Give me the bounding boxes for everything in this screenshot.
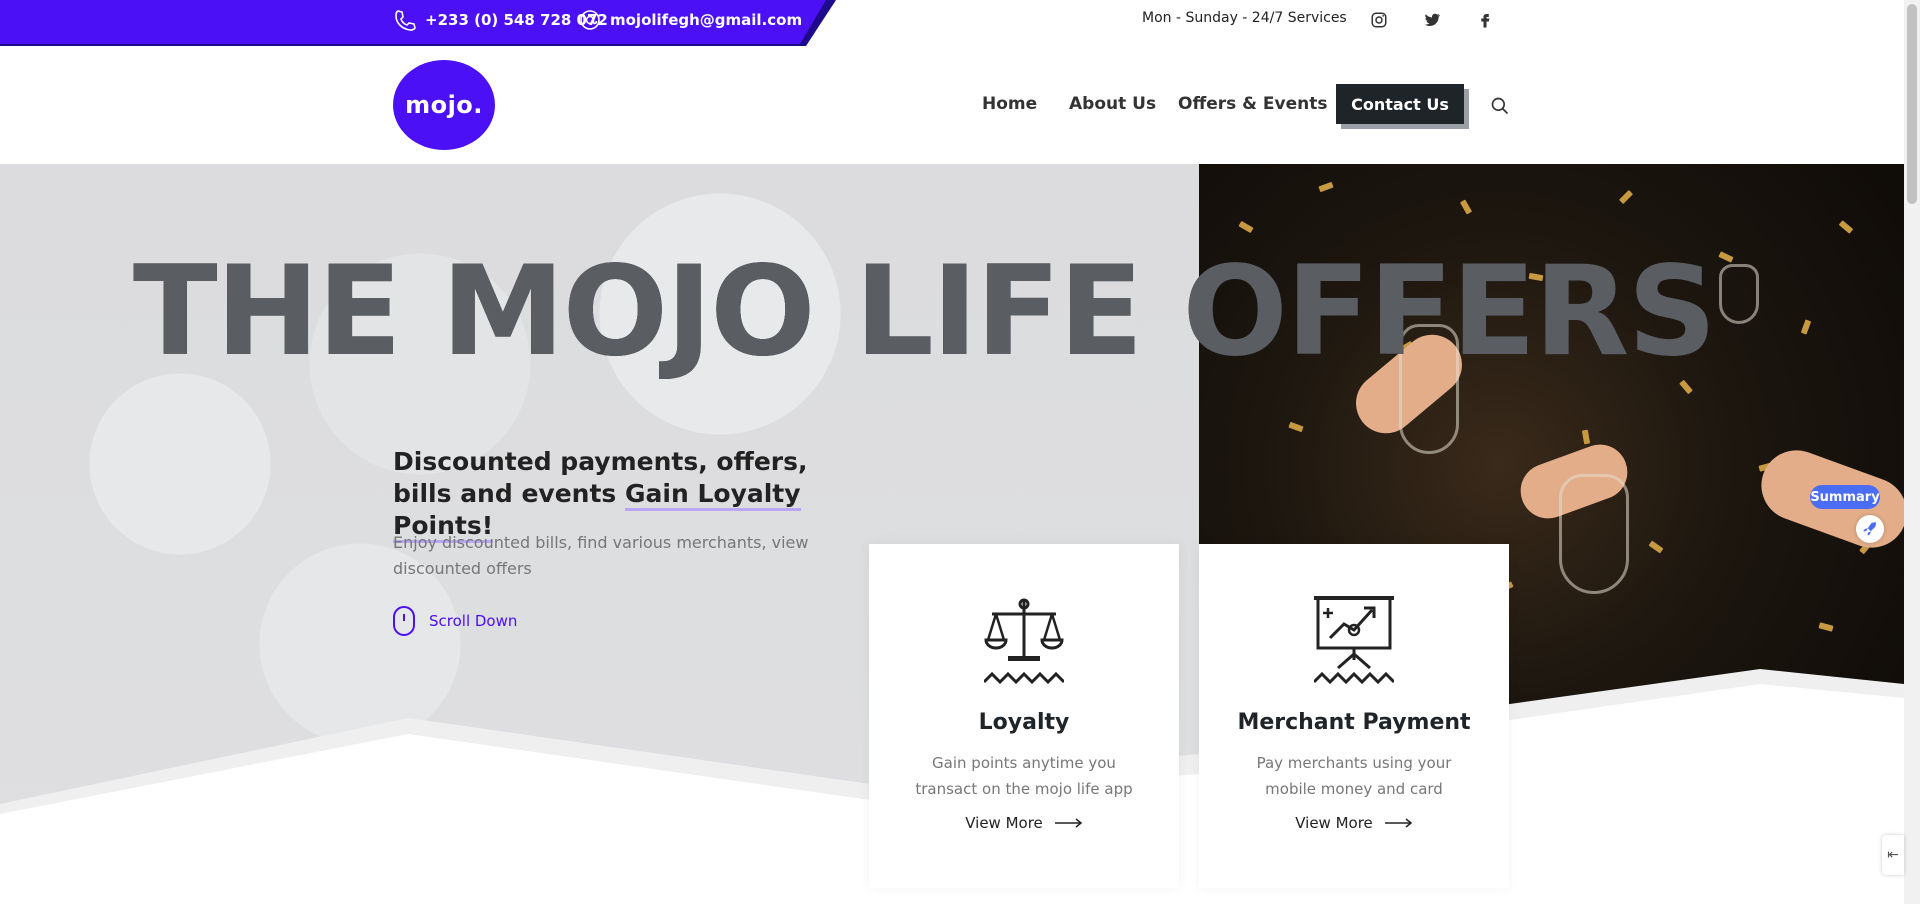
view-more-link[interactable]: View More	[869, 814, 1179, 832]
scroll-down-link[interactable]: Scroll Down	[393, 606, 517, 636]
card-title: Loyalty	[978, 710, 1070, 735]
logo[interactable]: mojo.	[393, 60, 495, 150]
presentation-board-icon	[1314, 596, 1394, 685]
view-more-label: View More	[965, 814, 1043, 832]
main-navigation	[0, 52, 1920, 164]
view-more-label: View More	[1295, 814, 1373, 832]
collapse-sidebar-icon[interactable]: ⇤	[1882, 835, 1904, 875]
logo-text-value: mojo.	[405, 91, 483, 119]
card-description: Pay merchants using your mobile money an…	[1256, 754, 1452, 798]
top-phone[interactable]: +233 (0) 548 728 072	[393, 8, 608, 32]
phone-icon	[395, 10, 416, 31]
scroll-down-label: Scroll Down	[429, 612, 518, 630]
logo-text: mojo.	[405, 91, 483, 119]
arrow-right-icon	[1054, 818, 1082, 828]
hero-subtext: Enjoy discounted bills, find various mer…	[393, 533, 809, 578]
hero-title: THE MOJO LIFE OFFERS	[133, 240, 1717, 384]
top-bar: +233 (0) 548 728 072 mojolifegh@gmail.co…	[0, 0, 1920, 52]
top-email[interactable]: mojolifegh@gmail.com	[578, 8, 802, 32]
card-title: Merchant Payment	[1237, 710, 1471, 735]
card-merchant-payment[interactable]: Merchant Payment Pay merchants using you…	[1199, 544, 1509, 888]
card-loyalty[interactable]: Loyalty Gain points anytime you transact…	[869, 544, 1179, 888]
hero-heading: Discounted payments, offers, bills and e…	[393, 446, 863, 543]
services-hours: Mon - Sunday - 24/7 Services	[1142, 10, 1347, 26]
facebook-icon[interactable]	[1473, 8, 1497, 32]
rocket-icon[interactable]	[1856, 515, 1884, 543]
scale-icon	[984, 598, 1064, 685]
arrow-right-icon	[1384, 818, 1412, 828]
email-text: mojolifegh@gmail.com	[610, 11, 803, 29]
at-icon	[580, 10, 600, 30]
mouse-icon	[393, 606, 415, 636]
nav-about-us[interactable]: About Us	[1069, 94, 1156, 114]
card-description: Gain points anytime you transact on the …	[915, 754, 1133, 798]
twitter-icon[interactable]	[1420, 8, 1444, 32]
view-more-link[interactable]: View More	[1199, 814, 1509, 832]
instagram-icon[interactable]	[1367, 8, 1391, 32]
search-icon[interactable]	[1490, 96, 1510, 116]
scrollbar-thumb[interactable]	[1907, 4, 1917, 204]
nav-home[interactable]: Home	[982, 94, 1037, 114]
summary-button[interactable]: Summary	[1810, 485, 1880, 509]
contact-us-button[interactable]: Contact Us	[1336, 84, 1464, 124]
nav-offers-events[interactable]: Offers & Events	[1178, 94, 1328, 114]
